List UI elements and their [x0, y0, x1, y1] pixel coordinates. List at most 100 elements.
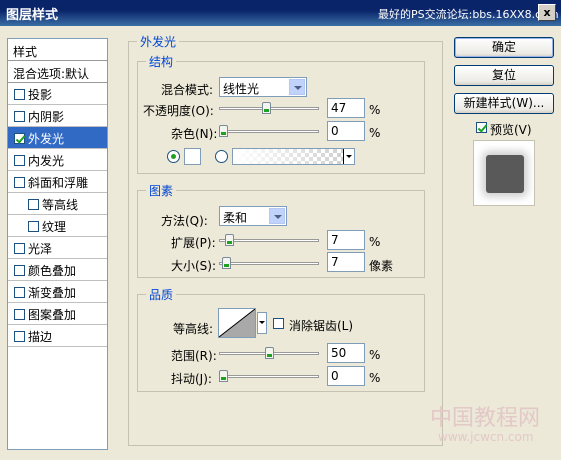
jitter-input[interactable]: 0: [327, 366, 365, 386]
styles-heading[interactable]: 样式: [8, 39, 107, 61]
style-checkbox[interactable]: [14, 287, 25, 298]
new-style-button[interactable]: 新建样式(W)...: [454, 93, 554, 114]
chevron-down-icon: [269, 208, 285, 224]
range-label: 范围(R):: [171, 349, 217, 363]
antialias-label[interactable]: 消除锯齿(L): [289, 317, 353, 334]
style-preview: [473, 140, 535, 206]
blend-options-item[interactable]: 混合选项:默认: [8, 61, 107, 83]
size-unit: 像素: [369, 259, 394, 273]
style-checkbox[interactable]: [28, 221, 39, 232]
quality-title: 品质: [146, 286, 177, 303]
sidebar-item[interactable]: 内阴影: [8, 105, 107, 127]
opacity-input[interactable]: 47: [327, 98, 365, 118]
style-checkbox[interactable]: [14, 309, 25, 320]
spread-unit: %: [369, 235, 381, 249]
jitter-slider[interactable]: [219, 369, 319, 383]
noise-unit: %: [369, 126, 381, 140]
blend-mode-value: 线性光: [223, 82, 260, 96]
slider-track: [219, 262, 319, 265]
spread-label: 扩展(P):: [171, 236, 216, 250]
contour-picker[interactable]: [218, 308, 256, 338]
solid-color-radio[interactable]: [167, 150, 180, 163]
range-input[interactable]: 50: [327, 343, 365, 363]
sidebar-item-label: 斜面和浮雕: [28, 176, 89, 190]
noise-slider[interactable]: [219, 124, 319, 138]
structure-title: 结构: [146, 53, 177, 70]
opacity-slider[interactable]: [219, 101, 319, 115]
range-slider[interactable]: [219, 346, 319, 360]
gradient-picker[interactable]: [232, 148, 355, 165]
contour-dropdown[interactable]: [257, 312, 267, 334]
technique-select[interactable]: 柔和: [219, 206, 287, 226]
sidebar-item-label: 外发光: [28, 132, 65, 146]
preview-label[interactable]: 预览(V): [490, 121, 532, 138]
sidebar-item[interactable]: 颜色叠加: [8, 259, 107, 281]
slider-thumb[interactable]: [222, 257, 231, 269]
sidebar-item[interactable]: 等高线: [8, 193, 107, 215]
opacity-unit: %: [369, 103, 381, 117]
sidebar-item[interactable]: 图案叠加: [8, 303, 107, 325]
contour-label: 等高线:: [173, 322, 214, 336]
gradient-radio[interactable]: [215, 150, 228, 163]
style-checkbox[interactable]: [28, 199, 39, 210]
spread-input[interactable]: 7: [327, 230, 365, 250]
sidebar-item[interactable]: 投影: [8, 83, 107, 105]
preview-checkbox[interactable]: [476, 122, 487, 133]
chevron-down-icon: [259, 321, 265, 324]
site-watermark: 中国教程网: [430, 406, 541, 431]
jitter-label: 抖动(J):: [171, 372, 212, 386]
style-checkbox[interactable]: [14, 265, 25, 276]
sidebar-item[interactable]: 外发光: [8, 127, 107, 149]
preview-thumbnail: [486, 155, 524, 193]
title-bar: 图层样式 最好的PS交流论坛:bbs.16XX8.com x: [0, 0, 561, 26]
style-checkbox[interactable]: [14, 243, 25, 254]
technique-label: 方法(Q):: [161, 214, 208, 228]
ok-button[interactable]: 确定: [454, 37, 554, 58]
spread-slider[interactable]: [219, 233, 319, 247]
size-slider[interactable]: [219, 256, 319, 270]
size-input[interactable]: 7: [327, 252, 365, 272]
style-checkbox[interactable]: [14, 133, 25, 144]
sidebar-item-label: 投影: [28, 88, 53, 102]
slider-thumb[interactable]: [219, 125, 228, 137]
slider-thumb[interactable]: [225, 234, 234, 246]
blend-mode-label: 混合模式:: [161, 83, 214, 97]
style-checkbox[interactable]: [14, 177, 25, 188]
window-title: 图层样式: [6, 8, 59, 23]
chevron-down-icon: [289, 79, 305, 95]
slider-thumb[interactable]: [265, 347, 274, 359]
noise-input[interactable]: 0: [327, 121, 365, 141]
slider-track: [219, 239, 319, 242]
sidebar-item-label: 内阴影: [28, 110, 65, 124]
sidebar-item[interactable]: 光泽: [8, 237, 107, 259]
noise-label: 杂色(N):: [171, 127, 218, 141]
slider-thumb[interactable]: [219, 370, 228, 382]
glow-color-swatch[interactable]: [184, 148, 201, 165]
sidebar-item[interactable]: 渐变叠加: [8, 281, 107, 303]
close-icon[interactable]: x: [538, 4, 556, 21]
jitter-unit: %: [369, 371, 381, 385]
sidebar-item-label: 等高线: [42, 198, 79, 212]
opacity-label: 不透明度(O):: [143, 104, 214, 118]
style-checkbox[interactable]: [14, 155, 25, 166]
style-checkbox[interactable]: [14, 111, 25, 122]
style-checkbox[interactable]: [14, 331, 25, 342]
sidebar-item-label: 描边: [28, 330, 53, 344]
sidebar-item-label: 颜色叠加: [28, 264, 77, 278]
sidebar-item[interactable]: 斜面和浮雕: [8, 171, 107, 193]
site-watermark-url: www.jcwcn.com: [438, 430, 534, 444]
sidebar-item[interactable]: 纹理: [8, 215, 107, 237]
technique-value: 柔和: [223, 211, 248, 225]
outer-glow-title: 外发光: [137, 33, 180, 50]
styles-list: 样式 混合选项:默认 投影内阴影外发光内发光斜面和浮雕等高线纹理光泽颜色叠加渐变…: [7, 38, 108, 450]
sidebar-item[interactable]: 内发光: [8, 149, 107, 171]
chevron-down-icon[interactable]: [343, 149, 354, 164]
slider-thumb[interactable]: [262, 102, 271, 114]
style-checkbox[interactable]: [14, 89, 25, 100]
antialias-checkbox[interactable]: [273, 318, 284, 329]
range-unit: %: [369, 348, 381, 362]
sidebar-item-label: 光泽: [28, 242, 53, 256]
reset-button[interactable]: 复位: [454, 65, 554, 86]
sidebar-item[interactable]: 描边: [8, 325, 107, 347]
blend-mode-select[interactable]: 线性光: [219, 77, 307, 97]
